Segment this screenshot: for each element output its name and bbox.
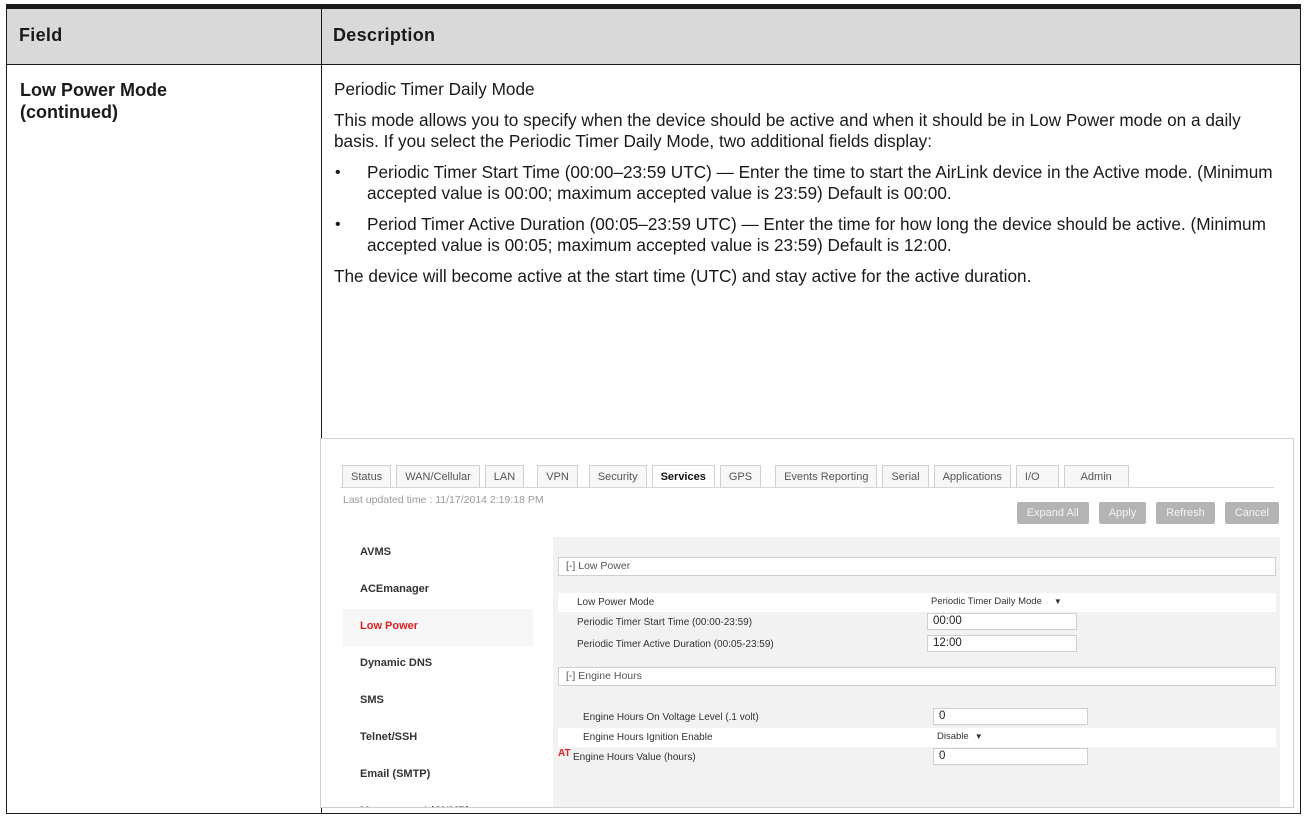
low-power-section-header[interactable]: [-] Low Power <box>558 557 1276 576</box>
ignition-enable-value: Disable <box>937 731 969 742</box>
sidebar-item-acemanager[interactable]: ACEmanager <box>343 572 533 609</box>
sidebar-item-sms[interactable]: SMS <box>343 683 533 720</box>
field-label-line2: (continued) <box>20 102 118 122</box>
tab-gps[interactable]: GPS <box>719 465 762 488</box>
low-power-mode-select[interactable]: Periodic Timer Daily Mode ▼ <box>927 594 1062 610</box>
tab-status[interactable]: Status <box>342 465 392 488</box>
low-power-mode-label: Low Power Mode <box>577 597 655 608</box>
sidebar-item-management-snmp[interactable]: Management (SNMP) <box>343 794 533 807</box>
sidebar-item-email-smtp[interactable]: Email (SMTP) <box>343 757 533 794</box>
apply-button[interactable]: Apply <box>1098 502 1147 524</box>
sidebar-item-telnet-ssh[interactable]: Telnet/SSH <box>343 720 533 757</box>
low-power-mode-value: Periodic Timer Daily Mode <box>931 596 1042 607</box>
bullet-start-time: Periodic Timer Start Time (00:00–23:59 U… <box>334 162 1289 204</box>
start-time-row: Periodic Timer Start Time (00:00-23:59) … <box>558 613 1276 632</box>
sidebar-item-low-power[interactable]: Low Power <box>343 609 533 646</box>
sidebar-item-avms[interactable]: AVMS <box>343 535 533 572</box>
tab-services[interactable]: Services <box>651 465 715 488</box>
last-updated-text: Last updated time : 11/17/2014 2:19:18 P… <box>343 494 544 506</box>
field-bullet-list: Periodic Timer Start Time (00:00–23:59 U… <box>334 162 1289 256</box>
engine-hours-section-header[interactable]: [-] Engine Hours <box>558 667 1276 686</box>
at-command-marker: AT <box>558 748 571 759</box>
tab-vpn[interactable]: VPN <box>537 465 578 488</box>
ignition-enable-label: Engine Hours Ignition Enable <box>583 732 713 743</box>
main-tabs: Status WAN/Cellular LAN VPN Security Services… <box>342 465 1134 488</box>
field-label-line1: Low Power Mode <box>20 80 168 100</box>
active-duration-row: Periodic Timer Active Duration (00:05-23… <box>558 635 1276 654</box>
cancel-button[interactable]: Cancel <box>1224 502 1279 524</box>
description-column-header: Description <box>333 25 436 45</box>
chevron-down-icon: ▼ <box>1053 597 1062 606</box>
bullet-active-duration: Period Timer Active Duration (00:05–23:5… <box>334 214 1289 256</box>
engine-hours-value-row: AT Engine Hours Value (hours) 0 <box>558 748 1276 767</box>
engine-voltage-label: Engine Hours On Voltage Level (.1 volt) <box>583 712 759 723</box>
mode-intro: This mode allows you to specify when the… <box>334 110 1241 151</box>
chevron-down-icon: ▼ <box>974 732 983 741</box>
refresh-button[interactable]: Refresh <box>1156 502 1215 524</box>
tab-io[interactable]: I/O <box>1015 465 1059 488</box>
field-cell: Low Power Mode (continued) <box>20 79 167 123</box>
start-time-input[interactable]: 00:00 <box>927 613 1077 630</box>
start-time-label: Periodic Timer Start Time (00:00-23:59) <box>577 617 753 628</box>
mode-title: Periodic Timer Daily Mode <box>334 79 535 99</box>
engine-hours-value-label: Engine Hours Value (hours) <box>573 752 696 763</box>
tab-security[interactable]: Security <box>588 465 647 488</box>
ignition-enable-row: Engine Hours Ignition Enable Disable ▼ <box>558 728 1276 747</box>
description-cell: Periodic Timer Daily Mode This mode allo… <box>334 79 1289 297</box>
acemanager-screenshot: Status WAN/Cellular LAN VPN Security Services… <box>320 438 1294 808</box>
expand-all-button[interactable]: Expand All <box>1016 502 1089 524</box>
settings-panel: [-] Low Power Low Power Mode Periodic Ti… <box>553 537 1280 807</box>
mode-closing: The device will become active at the sta… <box>334 266 1032 286</box>
active-duration-input[interactable]: 12:00 <box>927 635 1077 652</box>
tab-underline <box>340 487 1274 488</box>
tab-admin[interactable]: Admin <box>1063 465 1129 488</box>
engine-hours-value-input[interactable]: 0 <box>933 748 1088 765</box>
engine-voltage-row: Engine Hours On Voltage Level (.1 volt) … <box>558 708 1276 727</box>
action-buttons: Expand All Apply Refresh Cancel <box>1007 502 1279 524</box>
table-header: Field Description <box>7 9 1300 65</box>
tab-lan[interactable]: LAN <box>484 465 525 488</box>
tab-serial[interactable]: Serial <box>882 465 929 488</box>
tab-applications[interactable]: Applications <box>933 465 1011 488</box>
services-sidebar: AVMS ACEmanager Low Power Dynamic DNS SM… <box>343 535 533 807</box>
engine-voltage-input[interactable]: 0 <box>933 708 1088 725</box>
sidebar-item-dynamic-dns[interactable]: Dynamic DNS <box>343 646 533 683</box>
low-power-mode-row: Low Power Mode Periodic Timer Daily Mode… <box>558 593 1276 612</box>
field-column-header: Field <box>19 25 63 45</box>
tab-wan-cellular[interactable]: WAN/Cellular <box>396 465 480 488</box>
tab-events-reporting[interactable]: Events Reporting <box>775 465 878 488</box>
active-duration-label: Periodic Timer Active Duration (00:05-23… <box>577 639 774 650</box>
ignition-enable-select[interactable]: Disable ▼ <box>933 729 983 745</box>
